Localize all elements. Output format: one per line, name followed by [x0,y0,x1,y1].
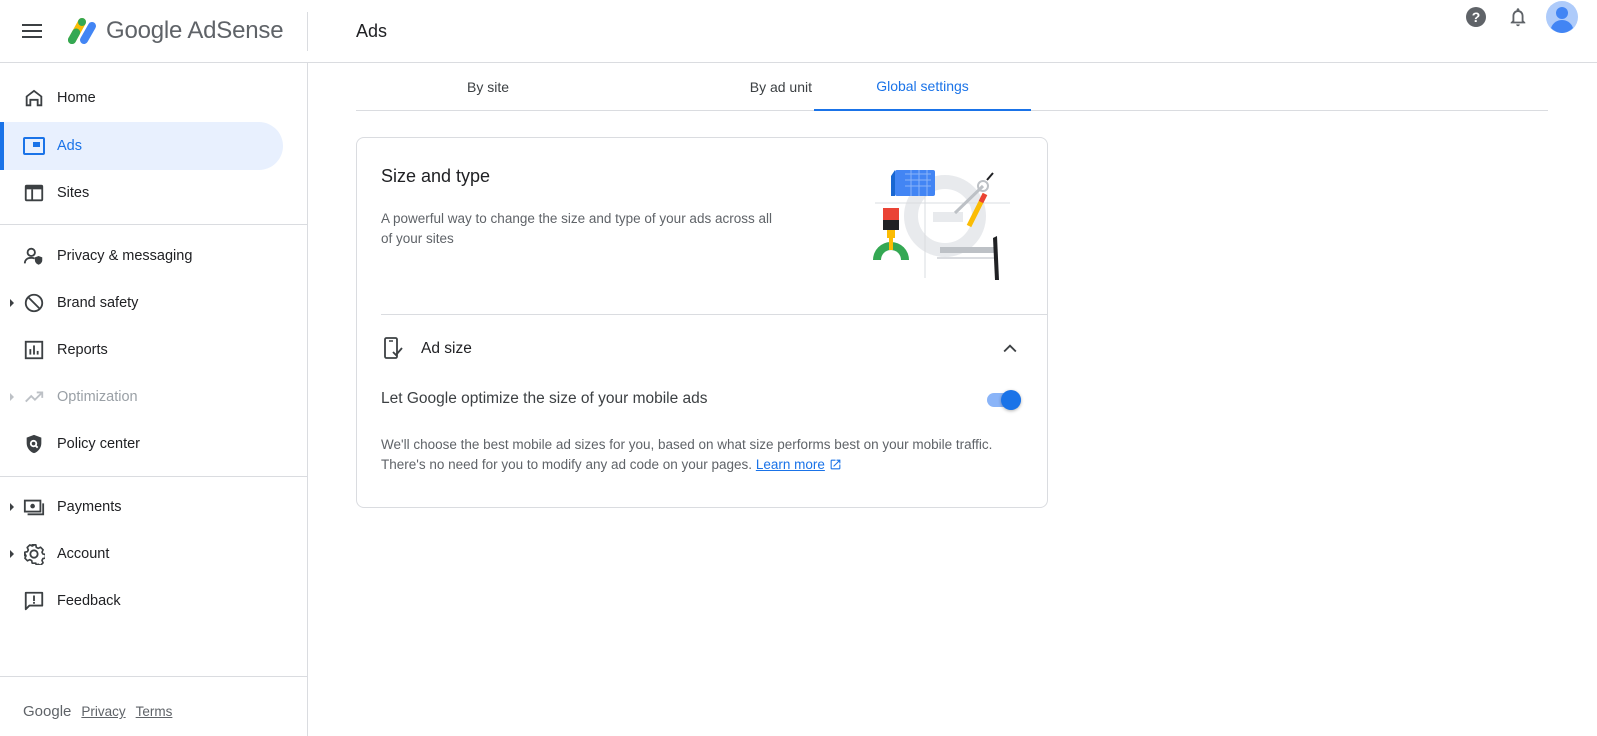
sites-icon [22,181,46,205]
learn-more-link[interactable]: Learn more [756,457,825,472]
sidebar-item-label: Feedback [57,593,121,609]
sidebar-item-ads[interactable]: Ads [0,122,283,170]
chevron-up-icon [1003,344,1017,353]
sidebar-item-privacy-messaging[interactable]: Privacy & messaging [0,232,283,280]
top-app-bar: Google AdSense Ads ? [0,0,1597,63]
page-title: Ads [356,21,388,41]
sidebar-divider [0,676,307,677]
open-in-new-icon [830,459,841,470]
sidebar-footer: Google Privacy Terms [23,703,172,720]
trending-icon [22,385,46,409]
sidebar-item-home[interactable]: Home [0,74,283,122]
payments-icon [22,495,46,519]
tab-global-settings[interactable]: Global settings [814,63,1031,111]
mobile-ad-size-option-label: Let Google optimize the size of your mob… [381,390,708,407]
sidebar-item-sites[interactable]: Sites [0,169,283,217]
sidebar-divider [0,224,307,225]
sidebar-item-optimization[interactable]: Optimization [0,373,283,421]
sidebar-item-account[interactable]: Account [0,530,283,578]
card-description: A powerful way to change the size and ty… [381,211,772,246]
expand-caret-icon [10,503,14,511]
ad-size-label: Ad size [421,340,472,357]
size-and-type-card: Size and type A powerful way to change t… [356,137,1048,508]
optimize-mobile-ad-size-toggle[interactable] [985,388,1023,412]
sidebar-item-reports[interactable]: Reports [0,326,283,374]
sidebar-item-feedback[interactable]: Feedback [0,577,283,625]
gear-icon [22,542,46,566]
help-button[interactable]: ? [1459,0,1493,34]
mobile-ad-size-description: We'll choose the best mobile ad sizes fo… [381,435,1011,475]
sidebar-item-payments[interactable]: Payments [0,483,283,531]
bell-icon [1510,8,1526,27]
notifications-button[interactable] [1501,0,1535,34]
header-divider [307,12,308,51]
expand-caret-icon [10,393,14,401]
sidebar-item-brand-safety[interactable]: Brand safety [0,279,283,327]
sidebar: Home Ads Sites Privacy & messaging Brand… [0,63,308,736]
logo-text: Google AdSense [106,17,284,44]
policy-icon [22,432,46,456]
sidebar-item-policy-center[interactable]: Policy center [0,420,283,468]
google-footer-label: Google [23,703,72,720]
design-tools-illustration [873,170,1010,280]
card-title: Size and type [381,166,491,186]
tab-bar: By site By ad unit Global settings [356,63,1548,111]
mobile-check-icon [384,337,403,359]
tab-by-site[interactable]: By site [356,63,620,111]
expand-caret-icon [10,299,14,307]
ad-size-section-header[interactable]: Ad size [381,331,1024,367]
ads-icon [22,134,46,158]
main-menu-button[interactable] [19,18,45,44]
privacy-icon [22,244,46,268]
sidebar-item-label: Home [57,90,96,106]
sidebar-divider [0,476,307,477]
sidebar-item-label: Brand safety [57,295,139,311]
home-icon [22,86,46,110]
help-icon: ? [1466,7,1486,27]
adsense-logo[interactable]: Google AdSense [64,15,284,47]
sidebar-item-label: Sites [57,185,90,201]
terms-link[interactable]: Terms [136,704,173,719]
sidebar-item-label: Reports [57,342,108,358]
avatar [1546,1,1578,33]
sidebar-item-label: Policy center [57,436,141,452]
account-avatar-button[interactable] [1545,0,1579,34]
tab-by-ad-unit[interactable]: By ad unit [620,63,812,111]
collapse-section-button[interactable] [996,335,1024,363]
option-description-text: We'll choose the best mobile ad sizes fo… [381,437,993,472]
sidebar-item-label: Optimization [57,389,138,405]
sidebar-item-label: Payments [57,499,122,515]
svg-text:?: ? [1472,9,1481,25]
card-divider [381,314,1048,315]
sidebar-item-label: Privacy & messaging [57,248,193,264]
sidebar-item-label: Account [57,546,110,562]
privacy-link[interactable]: Privacy [81,704,125,719]
expand-caret-icon [10,550,14,558]
adsense-logo-icon [68,18,96,44]
feedback-icon [22,589,46,613]
reports-icon [22,338,46,362]
sidebar-item-label: Ads [57,138,82,154]
tab-label: By ad unit [749,79,812,95]
learn-more-text: Learn more [755,457,825,472]
toggle-knob [1001,390,1021,410]
block-icon [22,291,46,315]
